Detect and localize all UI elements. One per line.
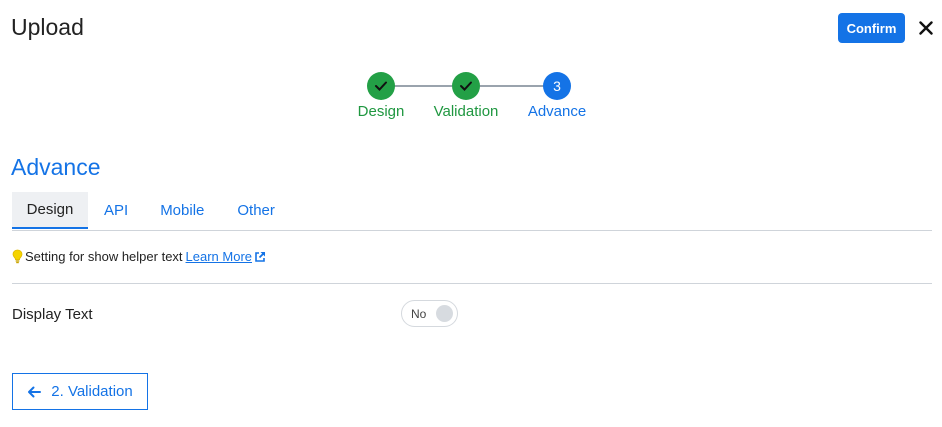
tab-api[interactable]: API — [88, 192, 142, 229]
check-icon — [460, 81, 472, 91]
tab-other[interactable]: Other — [221, 192, 291, 229]
learn-more-label: Learn More — [185, 249, 253, 264]
lightbulb-icon — [12, 249, 23, 264]
back-button-label: 2. Validation — [51, 383, 133, 400]
step-2-done-marker[interactable] — [452, 72, 480, 100]
toggle-knob — [436, 305, 453, 322]
stepper: 3 Design Validation Advance — [0, 0, 942, 130]
back-to-validation-button[interactable]: 2. Validation — [12, 373, 148, 410]
tab-design[interactable]: Design — [12, 192, 88, 229]
toggle-state-text: No — [411, 307, 427, 321]
step-label-validation[interactable]: Validation — [416, 103, 516, 120]
external-link-icon — [255, 251, 266, 262]
step-3-active-marker[interactable]: 3 — [543, 72, 571, 100]
divider — [12, 283, 932, 284]
tab-bar: Design API Mobile Other — [12, 192, 932, 231]
step-1-done-marker[interactable] — [367, 72, 395, 100]
learn-more-link[interactable]: Learn More — [186, 249, 266, 264]
helper-text-row: Setting for show helper text Learn More — [12, 249, 266, 264]
check-icon — [375, 81, 387, 91]
arrow-left-icon — [27, 386, 42, 398]
step-connector — [394, 85, 452, 87]
display-text-toggle[interactable]: No — [401, 300, 458, 327]
display-text-label: Display Text — [12, 306, 93, 323]
tab-mobile[interactable]: Mobile — [142, 192, 221, 229]
step-connector — [480, 85, 544, 87]
helper-text: Setting for show helper text — [25, 249, 183, 264]
section-title: Advance — [11, 154, 101, 180]
upload-page: Upload Confirm 3 Design Validation Advan… — [0, 0, 942, 427]
step-label-advance[interactable]: Advance — [507, 103, 607, 120]
